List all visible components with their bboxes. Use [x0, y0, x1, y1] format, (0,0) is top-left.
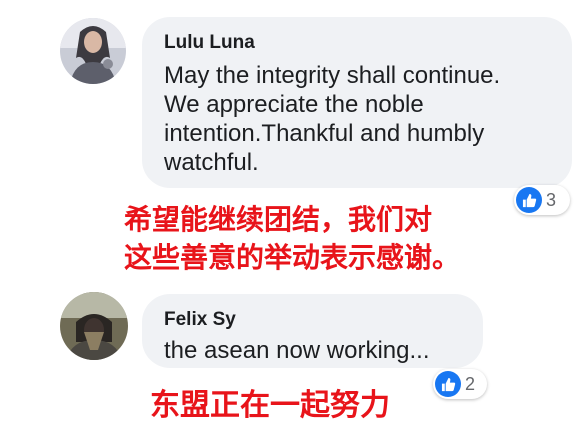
reaction-count: 2	[465, 373, 476, 394]
reaction-count: 3	[546, 189, 557, 210]
translation-caption: 希望能继续团结，我们对 这些善意的举动表示感谢。	[124, 203, 461, 274]
reaction-badge[interactable]: 3	[514, 185, 570, 215]
comment-author[interactable]: Lulu Luna	[164, 32, 550, 54]
avatar[interactable]	[60, 18, 126, 84]
comment-text: May the integrity shall continue. We app…	[164, 62, 501, 176]
profile-photo-felix	[60, 292, 128, 360]
reaction-badge[interactable]: 2	[433, 369, 487, 399]
like-thumb-icon	[435, 371, 461, 397]
comment-bubble: Felix Sy the asean now working...	[142, 294, 483, 368]
comment-author[interactable]: Felix Sy	[164, 309, 461, 331]
translation-caption: 东盟正在一起努力	[150, 388, 390, 423]
like-thumb-icon	[516, 187, 542, 213]
comment-text: the asean now working...	[164, 337, 430, 364]
comment-bubble: Lulu Luna May the integrity shall contin…	[142, 17, 572, 188]
comment-thread: Lulu Luna May the integrity shall contin…	[0, 0, 584, 439]
profile-photo-lulu	[60, 18, 126, 84]
avatar[interactable]	[60, 292, 128, 360]
